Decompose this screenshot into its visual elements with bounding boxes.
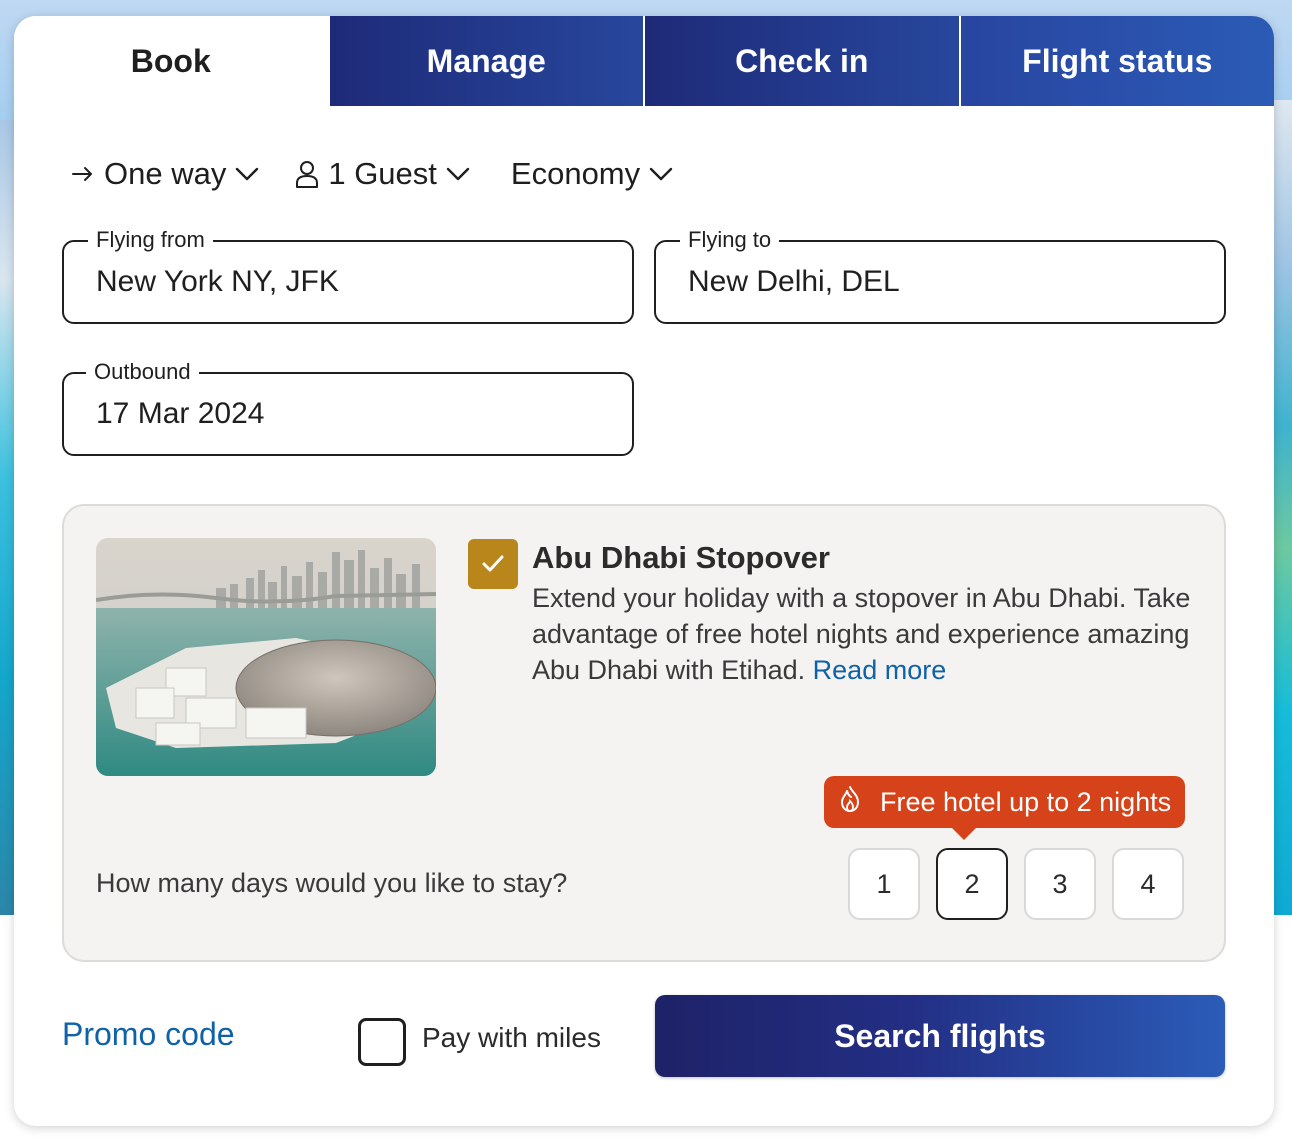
pay-with-miles-label: Pay with miles (422, 1022, 601, 1053)
outbound-date-field[interactable]: Outbound 17 Mar 2024 (62, 358, 634, 456)
flying-to-field[interactable]: Flying to New Delhi, DEL (654, 226, 1226, 324)
promo-code-link[interactable]: Promo code (62, 1016, 235, 1053)
flying-from-field[interactable]: Flying from New York NY, JFK (62, 226, 634, 324)
stopover-title: Abu Dhabi Stopover (532, 540, 830, 575)
free-hotel-tooltip: Free hotel up to 2 nights (824, 776, 1186, 840)
fire-icon (836, 784, 864, 821)
stopover-panel: Abu Dhabi Stopover Extend your holiday w… (62, 504, 1226, 962)
outbound-value: 17 Mar 2024 (96, 397, 265, 430)
flying-to-label: Flying to (680, 226, 780, 254)
booking-widget: Book Manage Check in Flight status One w… (14, 16, 1274, 1126)
trip-type-label: One way (104, 156, 227, 191)
tab-flight-status[interactable]: Flight status (958, 16, 1274, 106)
abu-dhabi-photo (96, 538, 436, 776)
flying-to-value: New Delhi, DEL (688, 265, 900, 298)
read-more-link[interactable]: Read more (813, 655, 947, 685)
stopover-checkbox[interactable] (468, 539, 518, 589)
guests-label: 1 Guest (328, 156, 437, 191)
guests-dropdown[interactable]: 1 Guest (294, 156, 471, 192)
stay-days-selector: 1 2 3 4 (848, 848, 1200, 920)
chevron-down-icon (445, 165, 471, 183)
pay-with-miles-checkbox[interactable] (358, 1018, 406, 1066)
search-flights-button[interactable]: Search flights (655, 995, 1225, 1077)
stay-question: How many days would you like to stay? (96, 868, 568, 898)
chevron-down-icon (648, 165, 674, 183)
trip-options: One way 1 Guest Economy (70, 154, 674, 194)
cabin-dropdown[interactable]: Economy (511, 156, 674, 192)
day-option-2[interactable]: 2 (936, 848, 1008, 920)
flying-from-label: Flying from (88, 226, 213, 254)
outbound-label: Outbound (86, 358, 199, 386)
day-option-1[interactable]: 1 (848, 848, 920, 920)
tab-bar: Book Manage Check in Flight status (14, 16, 1274, 106)
chevron-down-icon (234, 165, 260, 183)
day-option-3[interactable]: 3 (1024, 848, 1096, 920)
cabin-label: Economy (510, 156, 641, 191)
trip-type-dropdown[interactable]: One way (70, 156, 260, 192)
tab-book[interactable]: Book (14, 16, 328, 106)
tab-check-in[interactable]: Check in (643, 16, 959, 106)
tab-manage[interactable]: Manage (327, 16, 643, 106)
person-icon (294, 159, 320, 189)
day-option-4[interactable]: 4 (1112, 848, 1184, 920)
flying-from-value: New York NY, JFK (96, 265, 339, 298)
checkmark-icon (482, 555, 504, 572)
tooltip-label: Free hotel up to 2 nights (880, 786, 1172, 817)
stopover-description: Extend your holiday with a stopover in A… (532, 580, 1192, 688)
arrow-right-icon (70, 161, 96, 187)
